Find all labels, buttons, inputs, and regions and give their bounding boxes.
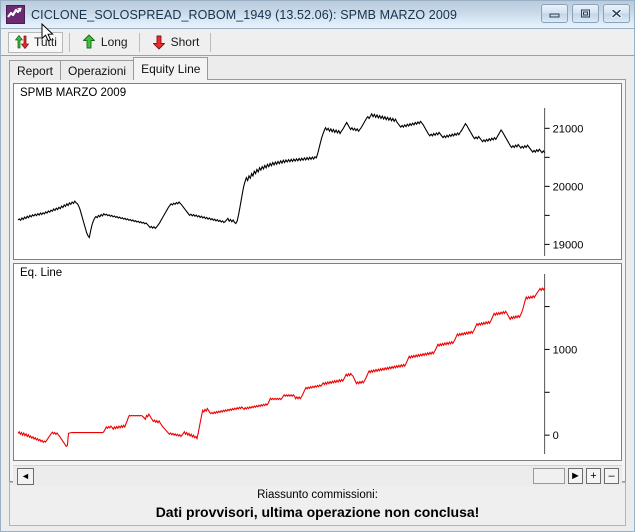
chart-line-icon xyxy=(6,5,25,24)
scroll-left-button[interactable]: ◄ xyxy=(17,467,34,485)
filter-long-button[interactable]: Long xyxy=(76,32,133,53)
zoom-in-button[interactable]: + xyxy=(586,468,601,484)
minimize-button[interactable] xyxy=(541,4,568,23)
status-bar: Riassunto commissioni: Dati provvisori, … xyxy=(9,482,626,526)
filter-short-label: Short xyxy=(170,35,200,49)
zoom-out-button[interactable]: – xyxy=(604,468,619,484)
price-chart-panel[interactable]: SPMB MARZO 2009 19000 20000 21000 xyxy=(13,83,622,260)
tab-operazioni-label: Operazioni xyxy=(68,63,127,78)
tab-equity-line[interactable]: Equity Line xyxy=(133,57,209,80)
tab-report[interactable]: Report xyxy=(9,60,62,80)
toolbar-separator xyxy=(68,32,70,52)
scrollbar-controls: ► + – xyxy=(533,468,619,484)
filter-short-button[interactable]: Short xyxy=(146,32,205,53)
red-down-arrow-icon xyxy=(151,34,167,50)
tab-equity-line-label: Equity Line xyxy=(141,62,201,76)
toolbar-separator xyxy=(138,32,140,52)
svg-text:1000: 1000 xyxy=(553,344,578,356)
tab-report-label: Report xyxy=(17,63,54,78)
equity-chart-panel[interactable]: Eq. Line 0 1000 xyxy=(13,263,622,461)
price-chart-svg: 19000 20000 21000 xyxy=(14,108,584,256)
application-window: CICLONE_SOLOSPREAD_ROBOM_1949 (13.52.06)… xyxy=(0,0,635,532)
scroll-left-arrow-icon: ◄ xyxy=(21,470,30,481)
svg-text:0: 0 xyxy=(553,430,559,442)
commission-summary-label: Riassunto commissioni: xyxy=(257,488,378,501)
plus-icon: + xyxy=(590,469,597,482)
equity-chart-title: Eq. Line xyxy=(20,267,63,279)
svg-text:20000: 20000 xyxy=(553,181,584,193)
provisional-data-warning: Dati provvisori, ultima operazione non c… xyxy=(155,503,480,520)
chart-horizontal-scrollbar[interactable]: ◄ ► + – xyxy=(13,465,622,486)
restore-button[interactable] xyxy=(572,4,599,23)
scroll-right-button[interactable]: ► xyxy=(568,468,583,484)
green-up-arrow-icon xyxy=(81,34,97,50)
toolbar-separator xyxy=(210,32,212,52)
svg-text:19000: 19000 xyxy=(553,239,584,251)
title-bar: CICLONE_SOLOSPREAD_ROBOM_1949 (13.52.06)… xyxy=(1,1,634,29)
tab-strip: Report Operazioni Equity Line xyxy=(1,56,634,80)
filter-all-button[interactable]: Tutti xyxy=(8,31,63,53)
filter-all-label: Tutti xyxy=(34,35,57,49)
price-chart-title: SPMB MARZO 2009 xyxy=(20,87,127,99)
close-button[interactable] xyxy=(603,4,630,23)
window-controls xyxy=(541,4,630,23)
window-title: CICLONE_SOLOSPREAD_ROBOM_1949 (13.52.06)… xyxy=(31,7,458,22)
filter-long-label: Long xyxy=(100,35,128,49)
minus-icon: – xyxy=(608,469,615,482)
scrollbar-thumb[interactable] xyxy=(533,468,565,484)
scroll-right-arrow-icon: ► xyxy=(570,469,581,482)
tab-operazioni[interactable]: Operazioni xyxy=(60,60,135,80)
toolbar: Tutti Long Short xyxy=(1,29,634,56)
up-down-arrows-icon xyxy=(14,34,30,50)
tab-content-equity-line: SPMB MARZO 2009 19000 20000 21000 Eq. Line… xyxy=(9,80,626,486)
equity-chart-svg: 0 1000 xyxy=(14,274,578,454)
svg-text:21000: 21000 xyxy=(553,123,584,135)
